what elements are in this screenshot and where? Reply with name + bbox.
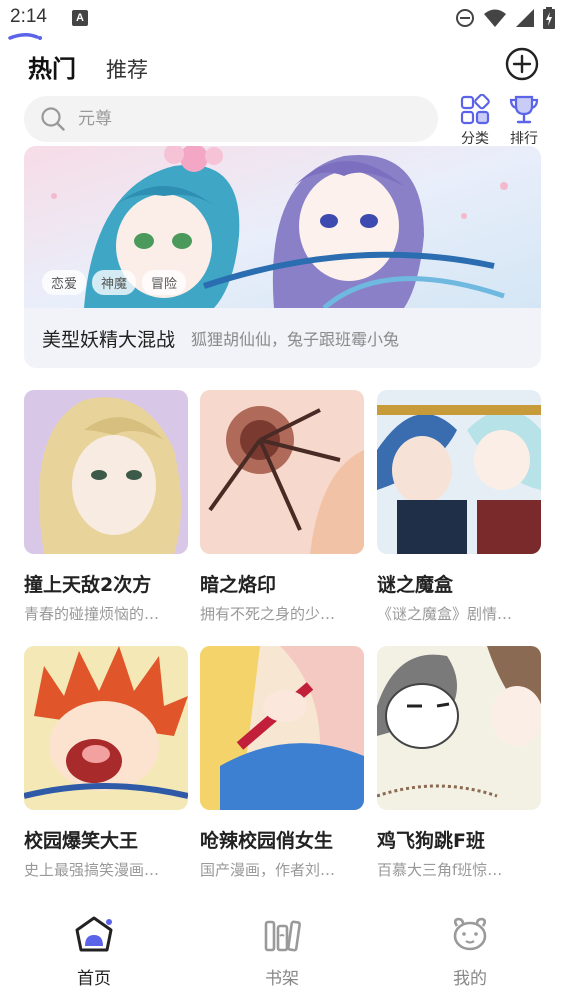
nav-home-label: 首页	[77, 969, 111, 989]
category-label: 分类	[461, 131, 489, 147]
comic-cover-image	[377, 646, 541, 810]
add-circle-icon[interactable]	[505, 47, 539, 81]
banner-tag: 恋爱	[42, 270, 87, 295]
nav-profile-label: 我的	[453, 969, 487, 989]
active-tab-indicator	[8, 33, 42, 40]
nav-bookshelf[interactable]: 书架	[242, 914, 322, 989]
top-tabs: 热门 推荐	[28, 48, 148, 90]
comic-title: 鸡飞狗跳F班	[377, 830, 485, 852]
comic-description: 百慕大三角f班惊…	[377, 861, 503, 879]
status-bar: 2:14 A	[0, 0, 565, 40]
banner-tag: 神魔	[92, 270, 137, 295]
comic-title: 谜之魔盒	[377, 574, 454, 596]
nav-profile[interactable]: 我的	[430, 914, 510, 989]
banner-caption: 美型妖精大混战 狐狸胡仙仙，兔子跟班霉小兔	[24, 308, 541, 368]
comic-description: 《谜之魔盒》剧情…	[377, 605, 513, 623]
comic-description: 拥有不死之身的少…	[200, 605, 336, 623]
signal-icon	[516, 9, 534, 27]
profile-dog-icon	[453, 917, 487, 951]
bottom-navigation: 首页 书架 我的	[0, 900, 565, 1004]
comic-description: 青春的碰撞烦恼的…	[24, 605, 160, 623]
banner-title: 美型妖精大混战	[42, 328, 176, 351]
banner-description: 狐狸胡仙仙，兔子跟班霉小兔	[191, 330, 400, 349]
home-icon	[75, 916, 113, 952]
nav-home[interactable]: 首页	[54, 914, 134, 989]
comic-title: 暗之烙印	[200, 574, 277, 596]
comic-title: 撞上天敌2次方	[24, 574, 152, 596]
comic-cover-image	[24, 646, 188, 810]
comic-cover-image	[200, 646, 364, 810]
tab-hot[interactable]: 热门	[28, 49, 76, 90]
comic-cover-image	[24, 390, 188, 554]
status-time: 2:14	[10, 6, 47, 27]
battery-icon	[543, 7, 555, 29]
nav-bookshelf-label: 书架	[265, 969, 299, 989]
bookshelf-icon	[264, 920, 301, 952]
banner-tags: 恋爱 神魔 冒险	[42, 270, 187, 295]
category-button[interactable]: 分类	[450, 94, 500, 148]
tab-recommend[interactable]: 推荐	[106, 54, 148, 90]
featured-banner[interactable]: 恋爱 神魔 冒险 美型妖精大混战 狐狸胡仙仙，兔子跟班霉小兔	[24, 146, 541, 368]
comic-cover-image	[200, 390, 364, 554]
category-grid-icon	[460, 94, 490, 125]
comic-title: 呛辣校园俏女生	[200, 830, 334, 852]
notification-icon: A	[72, 10, 88, 26]
comic-title: 校园爆笑大王	[24, 830, 139, 852]
comic-card[interactable]: 校园爆笑大王 史上最强搞笑漫画…	[24, 646, 188, 880]
comic-description: 国产漫画，作者刘…	[200, 861, 336, 879]
ranking-button[interactable]: 排行	[499, 94, 549, 148]
comic-description: 史上最强搞笑漫画…	[24, 861, 160, 879]
wifi-icon	[484, 9, 506, 27]
trophy-icon	[509, 95, 539, 124]
comic-card[interactable]: 谜之魔盒 《谜之魔盒》剧情…	[377, 390, 541, 624]
comic-cover-image	[377, 390, 541, 554]
ranking-label: 排行	[510, 131, 538, 147]
status-icons	[455, 7, 555, 29]
search-input[interactable]	[78, 109, 378, 129]
comic-card[interactable]: 呛辣校园俏女生 国产漫画，作者刘…	[200, 646, 364, 880]
comic-card[interactable]: 暗之烙印 拥有不死之身的少…	[200, 390, 364, 624]
search-icon	[41, 107, 65, 131]
banner-tag: 冒险	[142, 270, 187, 295]
do-not-disturb-icon	[456, 9, 474, 27]
comic-card[interactable]: 撞上天敌2次方 青春的碰撞烦恼的…	[24, 390, 188, 624]
search-bar[interactable]	[24, 96, 438, 142]
comic-card[interactable]: 鸡飞狗跳F班 百慕大三角f班惊…	[377, 646, 541, 880]
